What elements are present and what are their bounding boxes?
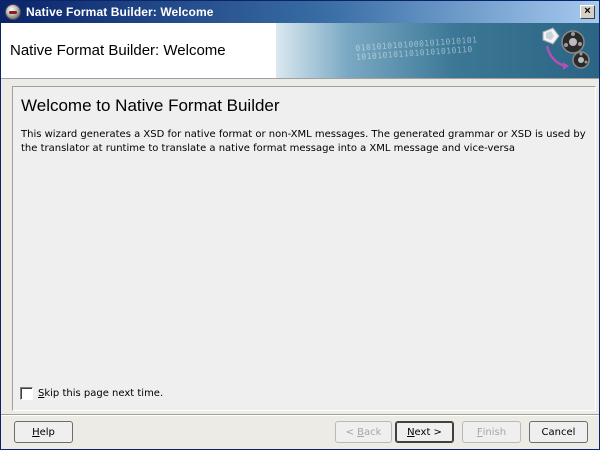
window-title: Native Format Builder: Welcome <box>26 5 214 19</box>
cancel-button[interactable]: Cancel <box>529 421 588 443</box>
help-button[interactable]: Help <box>14 421 73 443</box>
close-button[interactable]: × <box>580 5 595 19</box>
finish-button[interactable]: Finish <box>462 421 521 443</box>
page-heading: Welcome to Native Format Builder <box>21 96 280 115</box>
banner-graphic: 01010101010001011010101 10101010110101010… <box>276 23 599 78</box>
wizard-window: Native Format Builder: Welcome × Native … <box>0 0 600 450</box>
binary-pattern: 01010101010001011010101 10101010110101010… <box>355 35 478 62</box>
skip-page-label[interactable]: Skip this page next time. <box>38 388 163 399</box>
back-button[interactable]: < Back <box>335 421 392 443</box>
button-bar-separator <box>1 414 599 416</box>
content-panel: Welcome to Native Format Builder This wi… <box>12 86 596 411</box>
skip-page-option[interactable]: Skip this page next time. <box>20 387 163 400</box>
next-button[interactable]: Next > <box>395 421 454 443</box>
title-bar[interactable]: Native Format Builder: Welcome × <box>1 1 599 23</box>
gears-icon <box>542 27 590 70</box>
skip-page-checkbox[interactable] <box>20 387 33 400</box>
page-description: This wizard generates a XSD for native f… <box>21 129 586 154</box>
banner-title: Native Format Builder: Welcome <box>10 42 226 59</box>
app-icon <box>5 4 21 20</box>
wizard-banner: Native Format Builder: Welcome 010101010… <box>1 23 599 79</box>
